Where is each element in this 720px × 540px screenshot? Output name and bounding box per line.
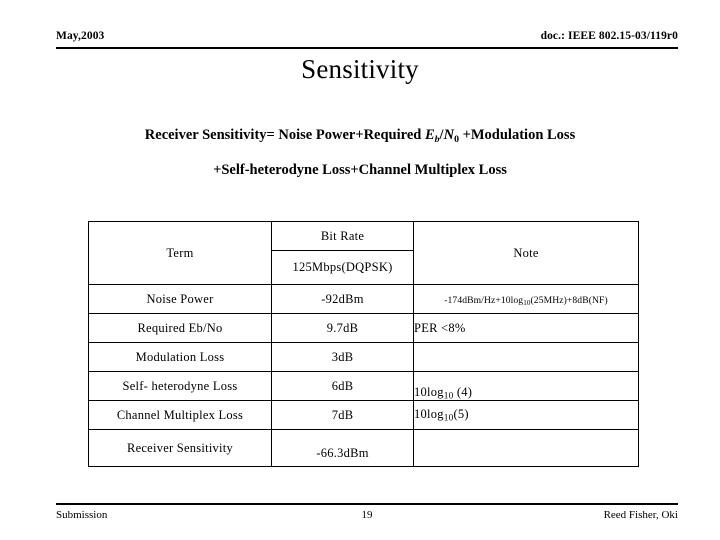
column-header-note: Note: [413, 221, 639, 285]
note-log-self-heterodyne: 10log10 (4): [414, 384, 473, 401]
equation-line-2: +Self-heterodyne Loss+Channel Multiplex …: [213, 161, 507, 178]
header-divider-rule: [56, 47, 678, 49]
table-row: Noise Power -92dBm -174dBm/Hz+10log10(25…: [88, 284, 639, 314]
table-row: Required Eb/No 9.7dB PER <8%: [88, 313, 639, 343]
note-formula-subscript: 10: [523, 298, 531, 307]
table-header-row-1: Term Bit Rate Note: [88, 220, 639, 285]
equation-line1-suffix: +Modulation Loss: [458, 127, 576, 143]
note-log-suffix: (4): [453, 384, 473, 399]
row-value-noise-power: -92dBm: [271, 284, 414, 314]
header-date: May,2003: [56, 30, 105, 42]
header-document-id: doc.: IEEE 802.15-03/119r0: [540, 30, 678, 42]
note-formula-noise-power: -174dBm/Hz+10log10(25MHz)+8dB(NF): [444, 294, 608, 307]
footer-page-number: 19: [361, 509, 373, 521]
row-value-channel-multiplex-loss: 7dB: [271, 400, 414, 430]
table-row: Receiver Sensitivity -66.3dBm: [88, 429, 639, 467]
receiver-sensitivity-value: -66.3dBm: [316, 445, 369, 460]
row-value-required-ebno: 9.7dB: [271, 313, 414, 343]
row-note-self-heterodyne-loss: 10log10 (4): [413, 371, 639, 401]
row-term-self-heterodyne-loss: Self- heterodyne Loss: [88, 371, 272, 401]
sensitivity-equation: Receiver Sensitivity= Noise Power+Requir…: [30, 128, 690, 177]
row-term-receiver-sensitivity: Receiver Sensitivity: [88, 429, 272, 467]
row-value-self-heterodyne-loss: 6dB: [271, 371, 414, 401]
note-formula-prefix: -174dBm/Hz+10log: [444, 294, 524, 306]
symbol-eb: E: [424, 127, 435, 143]
page-title: Sensitivity: [301, 54, 419, 84]
note-log-channel-multiplex: 10log10(5): [414, 406, 469, 423]
slide-header: May,2003 doc.: IEEE 802.15-03/119r0: [56, 30, 678, 52]
row-note-required-ebno: PER <8%: [413, 313, 639, 343]
table-row: Modulation Loss 3dB: [88, 342, 639, 372]
table-row: Self- heterodyne Loss 6dB 10log10 (4): [88, 371, 639, 401]
row-term-modulation-loss: Modulation Loss: [88, 342, 272, 372]
row-value-modulation-loss: 3dB: [271, 342, 414, 372]
row-term-noise-power: Noise Power: [88, 284, 272, 314]
row-note-channel-multiplex-loss: 10log10(5): [413, 400, 639, 430]
symbol-n0: N: [443, 127, 455, 143]
row-term-required-ebno: Required Eb/No: [88, 313, 272, 343]
equation-line1-prefix: Receiver Sensitivity= Noise Power+Requir…: [144, 127, 425, 143]
row-term-channel-multiplex-loss: Channel Multiplex Loss: [88, 400, 272, 430]
note-log-prefix: 10log: [414, 406, 444, 421]
note-log-suffix: (5): [453, 406, 469, 421]
slide-footer: Submission 19 Reed Fisher, Oki: [56, 503, 678, 527]
row-value-receiver-sensitivity: -66.3dBm: [271, 429, 414, 467]
footer-divider-rule: [56, 503, 678, 505]
column-header-term: Term: [88, 221, 272, 285]
row-note-modulation-loss: [413, 342, 639, 372]
column-header-bit-rate: Bit Rate: [271, 220, 414, 252]
note-log-prefix: 10log: [414, 384, 444, 399]
footer-author: Reed Fisher, Oki: [603, 509, 678, 521]
column-header-bit-rate-value: 125Mbps(DQPSK): [271, 250, 414, 285]
table-row: Channel Multiplex Loss 7dB 10log10(5): [88, 400, 639, 430]
row-note-receiver-sensitivity: [413, 429, 639, 467]
sensitivity-table: Term Bit Rate Note 125Mbps(DQPSK) Noise …: [88, 220, 639, 467]
note-formula-suffix: (25MHz)+8dB(NF): [530, 294, 608, 306]
equation-line-1: Receiver Sensitivity= Noise Power+Requir…: [30, 128, 690, 145]
row-note-noise-power: -174dBm/Hz+10log10(25MHz)+8dB(NF): [413, 284, 639, 314]
